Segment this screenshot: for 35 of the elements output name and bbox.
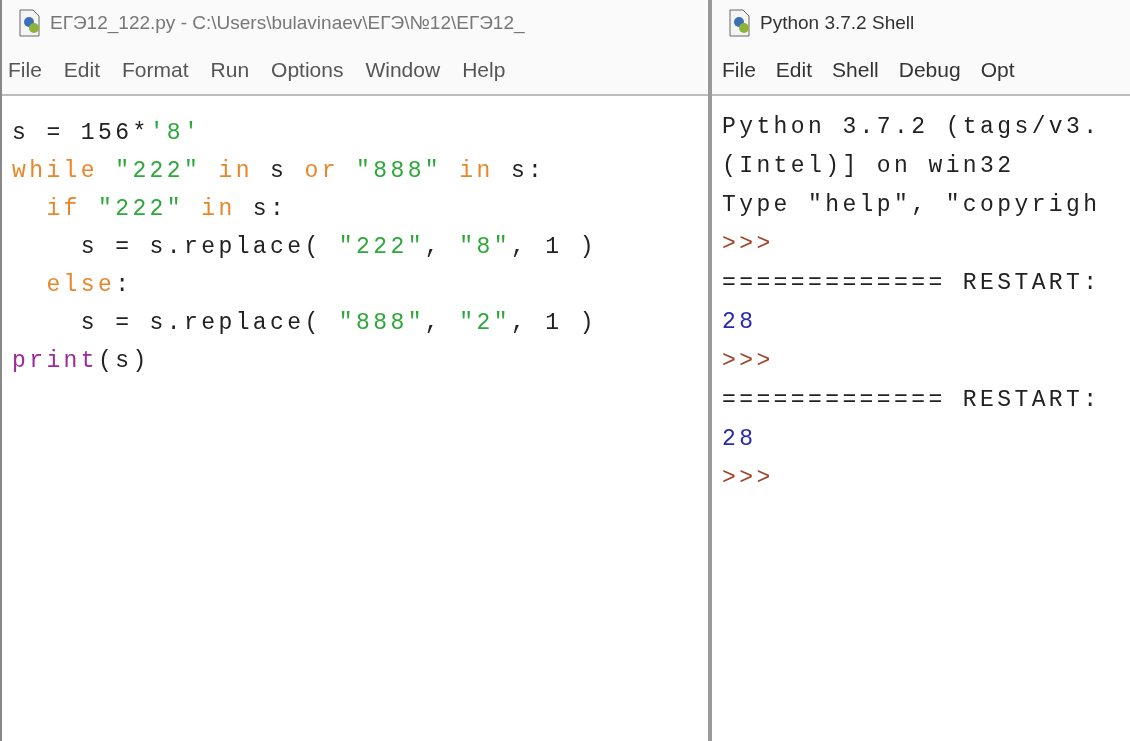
menu-item[interactable]: Debug	[898, 54, 961, 86]
python-file-icon	[18, 9, 42, 37]
shell-line: 28	[722, 425, 757, 454]
python-file-icon	[728, 9, 752, 37]
shell-line: >>>	[722, 347, 774, 376]
menu-item[interactable]: Shell	[832, 54, 879, 86]
shell-line: >>>	[722, 230, 774, 259]
shell-line: ============= RESTART:	[722, 386, 1101, 415]
menu-item[interactable]: Options	[271, 54, 344, 86]
code-line: if "222" in s:	[45, 195, 288, 224]
window-title: ЕГЭ12_122.py - C:\Users\bulavinaev\ЕГЭ\№12\ЕГЭ12_	[50, 10, 525, 36]
shell-line: Type "help", "copyrigh	[722, 191, 1101, 220]
menu-item[interactable]: Edit	[63, 54, 101, 86]
menu-item[interactable]: Edit	[775, 54, 813, 86]
menu-item[interactable]: File	[722, 54, 756, 86]
code-line: s = 156*'8'	[12, 119, 202, 148]
shell-line: 28	[722, 308, 757, 337]
shell-line: (Intel)] on win32	[722, 152, 1015, 181]
code-line: print(s)	[12, 347, 150, 376]
menu-item[interactable]: Opt	[980, 54, 1015, 86]
shell-line: Python 3.7.2 (tags/v3.	[722, 113, 1101, 142]
shell-output[interactable]: Python 3.7.2 (tags/v3. (Intel)] on win32 Type "help", "copyrigh >>> ============= RESTART: 28 >>> ============= RESTART: 28 >>>	[712, 96, 1130, 741]
menu-item[interactable]: Help	[462, 54, 506, 86]
code-line: else:	[45, 271, 133, 300]
shell-line: >>>	[722, 464, 774, 493]
menu-item[interactable]: Format	[122, 54, 189, 86]
window-title: Python 3.7.2 Shell	[760, 10, 915, 35]
menu-item[interactable]: File	[8, 54, 42, 86]
menu-item[interactable]: Window	[365, 54, 441, 86]
code-line: s = s.replace( "888", "2", 1 )	[79, 309, 597, 338]
shell-line: ============= RESTART:	[722, 269, 1101, 298]
code-line: while "222" in s or "888" in s:	[12, 157, 546, 186]
code-editor[interactable]: s = 156*'8' while "222" in s or "888" in s: if "222" in s: s = s.replace( "222", "8", 1 ) else: s = s.replace( "888", "2", 1 ) print(s)	[2, 96, 708, 741]
menu-item[interactable]: Run	[210, 54, 250, 86]
code-line: s = s.replace( "222", "8", 1 )	[79, 233, 597, 262]
